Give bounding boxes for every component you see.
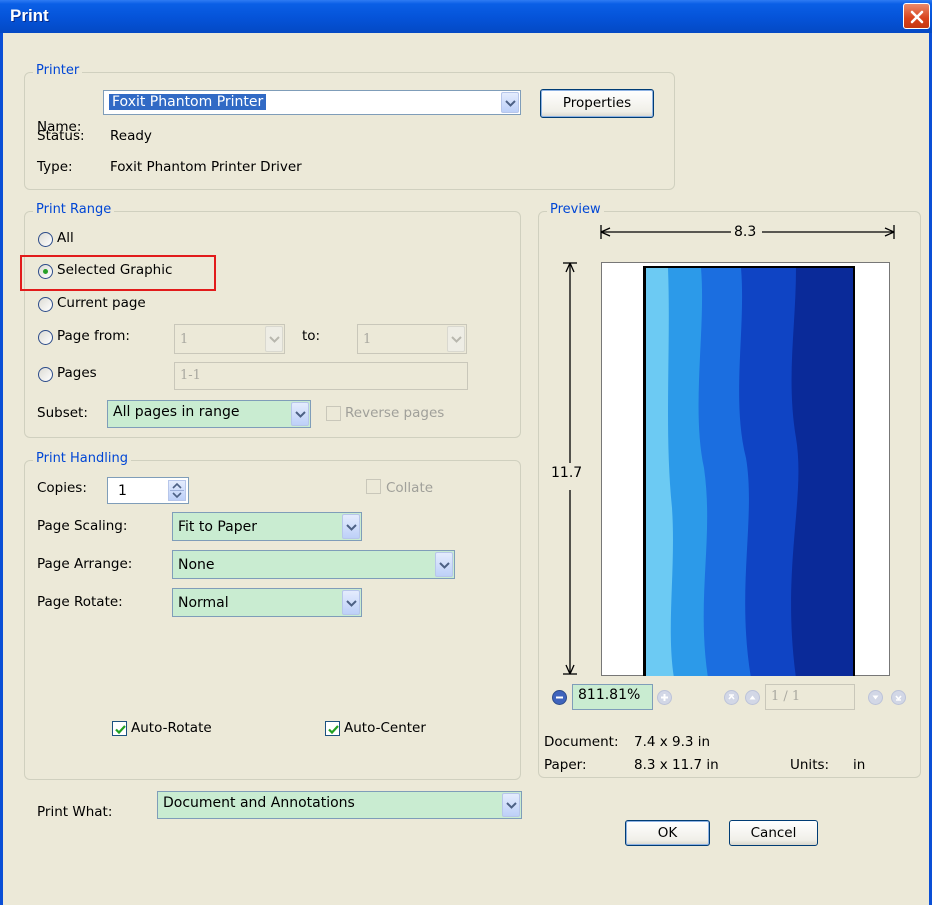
pages-input[interactable]: 1-1 [174, 362, 468, 390]
auto-rotate-checkbox[interactable] [112, 721, 127, 736]
chevron-down-icon[interactable] [265, 326, 283, 352]
chevron-down-icon[interactable] [291, 402, 309, 426]
page-rotate-value: Normal [178, 595, 229, 611]
properties-button[interactable]: Properties [540, 89, 654, 118]
document-value: 7.4 x 9.3 in [634, 734, 711, 750]
page-arrange-value: None [178, 557, 215, 573]
print-handling-group: Print Handling [24, 451, 521, 780]
height-label: 11.7 [551, 465, 583, 481]
last-page-icon[interactable] [891, 690, 906, 705]
subset-value: All pages in range [113, 404, 240, 420]
chevron-down-icon[interactable] [342, 514, 360, 539]
page-from-value: 1 [180, 332, 189, 347]
page-to-select[interactable]: 1 [357, 324, 467, 354]
units-value: in [853, 757, 866, 773]
paper-label: Paper: [544, 757, 587, 773]
print-handling-legend: Print Handling [33, 451, 131, 466]
ok-button[interactable]: OK [625, 820, 710, 846]
auto-center-label: Auto-Center [344, 720, 426, 736]
close-button[interactable] [903, 3, 930, 29]
radio-page-from[interactable] [38, 330, 53, 345]
print-what-select[interactable]: Document and Annotations [157, 791, 522, 819]
reverse-pages-checkbox[interactable] [326, 406, 341, 421]
page-rotate-select[interactable]: Normal [172, 588, 362, 617]
print-range-legend: Print Range [33, 202, 115, 217]
checkmark-icon [328, 725, 339, 735]
page-scaling-value: Fit to Paper [178, 519, 258, 535]
type-label: Type: [37, 159, 73, 175]
printer-name-select[interactable]: Foxit Phantom Printer [103, 90, 521, 115]
page-arrange-select[interactable]: None [172, 550, 455, 579]
page-from-select[interactable]: 1 [174, 324, 285, 354]
page-rotate-label: Page Rotate: [37, 594, 123, 610]
units-label: Units: [790, 757, 830, 773]
chevron-down-icon[interactable] [447, 326, 465, 352]
chevron-down-icon[interactable] [502, 793, 520, 817]
chevron-down-icon[interactable] [435, 552, 453, 577]
subset-label: Subset: [37, 405, 88, 421]
first-page-icon[interactable] [724, 690, 739, 705]
page-number-input[interactable]: 1 / 1 [765, 684, 855, 710]
page-scaling-label: Page Scaling: [37, 518, 128, 534]
collate-checkbox[interactable] [366, 479, 381, 494]
zoom-in-icon[interactable] [657, 690, 672, 705]
cancel-button[interactable]: Cancel [729, 820, 818, 846]
subset-select[interactable]: All pages in range [107, 400, 311, 428]
preview-legend: Preview [547, 202, 604, 217]
copies-stepper[interactable]: 1 [107, 477, 189, 504]
close-icon [910, 10, 924, 24]
radio-selected-graphic-label: Selected Graphic [57, 262, 173, 278]
chevron-down-icon[interactable] [342, 590, 360, 615]
radio-page-from-label: Page from: [57, 328, 130, 344]
dialog-title: Print [10, 6, 49, 25]
printer-name-value: Foxit Phantom Printer [109, 94, 267, 110]
preview-image [643, 266, 855, 676]
reverse-pages-label: Reverse pages [345, 405, 445, 421]
landscape-image [646, 268, 853, 676]
to-label: to: [302, 328, 321, 344]
status-value: Ready [110, 128, 152, 144]
spinner-icon[interactable] [168, 480, 186, 501]
print-what-label: Print What: [37, 804, 113, 820]
width-label: 8.3 [734, 224, 757, 240]
printer-legend: Printer [33, 63, 83, 78]
document-label: Document: [544, 734, 619, 750]
title-bar[interactable]: Print [0, 0, 932, 33]
paper-value: 8.3 x 11.7 in [634, 757, 719, 773]
page-arrange-label: Page Arrange: [37, 556, 133, 572]
radio-current-page[interactable] [38, 297, 53, 312]
print-what-value: Document and Annotations [163, 795, 355, 811]
copies-label: Copies: [37, 480, 87, 496]
checkmark-icon [115, 725, 126, 735]
status-label: Status: [37, 128, 85, 144]
previous-page-icon[interactable] [745, 690, 760, 705]
copies-value: 1 [118, 483, 127, 499]
auto-rotate-label: Auto-Rotate [131, 720, 212, 736]
radio-pages-label: Pages [57, 365, 97, 381]
zoom-out-icon[interactable] [552, 690, 567, 705]
radio-pages[interactable] [38, 367, 53, 382]
collate-label: Collate [386, 480, 434, 496]
page-scaling-select[interactable]: Fit to Paper [172, 512, 362, 541]
auto-center-checkbox[interactable] [325, 721, 340, 736]
next-page-icon[interactable] [868, 690, 883, 705]
radio-selected-graphic[interactable] [38, 264, 53, 279]
radio-current-page-label: Current page [57, 295, 146, 311]
radio-all-label: All [57, 230, 74, 246]
page-to-value: 1 [363, 332, 372, 347]
chevron-down-icon[interactable] [501, 92, 519, 113]
type-value: Foxit Phantom Printer Driver [110, 159, 302, 175]
zoom-input[interactable]: 811.81% [572, 684, 653, 710]
radio-all[interactable] [38, 232, 53, 247]
